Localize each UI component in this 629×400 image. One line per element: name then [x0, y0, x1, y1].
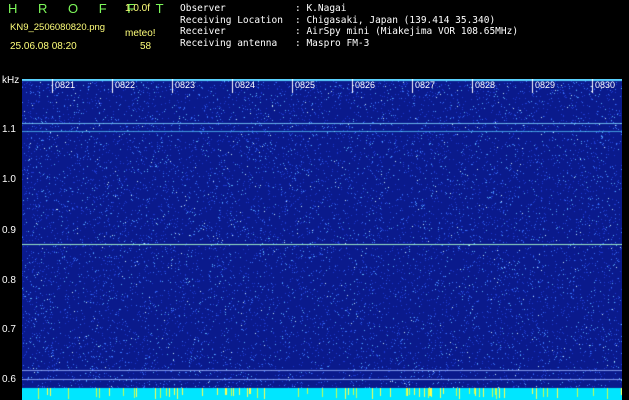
unit-label: kHz — [2, 75, 20, 86]
info-key: Receiving antenna — [180, 37, 278, 49]
info-value: : K.Nagai — [295, 3, 347, 14]
y-tick-label: 1.0 — [2, 174, 16, 185]
meteor-label: meteo! — [125, 28, 156, 39]
x-tick-label: 0829 — [535, 80, 556, 90]
x-tick-label: 0825 — [295, 80, 316, 90]
y-tick-label: 0.6 — [2, 374, 16, 385]
info-row: Observer : K.Nagai — [180, 3, 518, 15]
x-tick-label: 0824 — [235, 80, 256, 90]
x-tick-label: 0830 — [595, 80, 616, 90]
waterfall-spectrogram[interactable] — [22, 79, 622, 400]
x-tick-label: 0821 — [55, 80, 76, 90]
info-key: Receiver — [180, 26, 226, 37]
x-tick-label: 0826 — [355, 80, 376, 90]
info-value: : Chigasaki, Japan (139.414 35.340) — [295, 14, 496, 26]
info-value: : AirSpy mini (Miakejima VOR 108.65MHz) — [295, 26, 519, 37]
info-row: Receiving antenna : Maspro FM-3 — [180, 38, 518, 50]
x-tick-label: 0827 — [415, 80, 436, 90]
info-row: Receiver : AirSpy mini (Miakejima VOR 108… — [180, 26, 518, 38]
header-panel: H R O F F T 1.0.0f KN9_2506080820.png me… — [0, 0, 629, 78]
info-key: Receiving Location — [180, 14, 283, 26]
x-tick-label: 0822 — [115, 80, 136, 90]
info-value: : Maspro FM-3 — [295, 37, 370, 49]
info-row: Receiving Location : Chigasaki, Japan (13… — [180, 15, 518, 27]
version-label: 1.0.0f — [125, 3, 151, 14]
info-key: Observer — [180, 3, 226, 14]
datetime: 25.06.08 08:20 — [10, 41, 77, 52]
station-info: Observer : K.Nagai Receiving Location : Ch… — [180, 3, 518, 49]
file-name: KN9_2506080820.png — [10, 22, 106, 33]
y-tick-label: 0.7 — [2, 324, 16, 335]
meteor-count: 58 — [140, 41, 152, 52]
y-tick-label: 0.9 — [2, 225, 16, 236]
x-tick-label: 0823 — [175, 80, 196, 90]
y-tick-label: 1.1 — [2, 124, 16, 135]
x-tick-label: 0828 — [475, 80, 496, 90]
y-tick-label: 0.8 — [2, 275, 16, 286]
